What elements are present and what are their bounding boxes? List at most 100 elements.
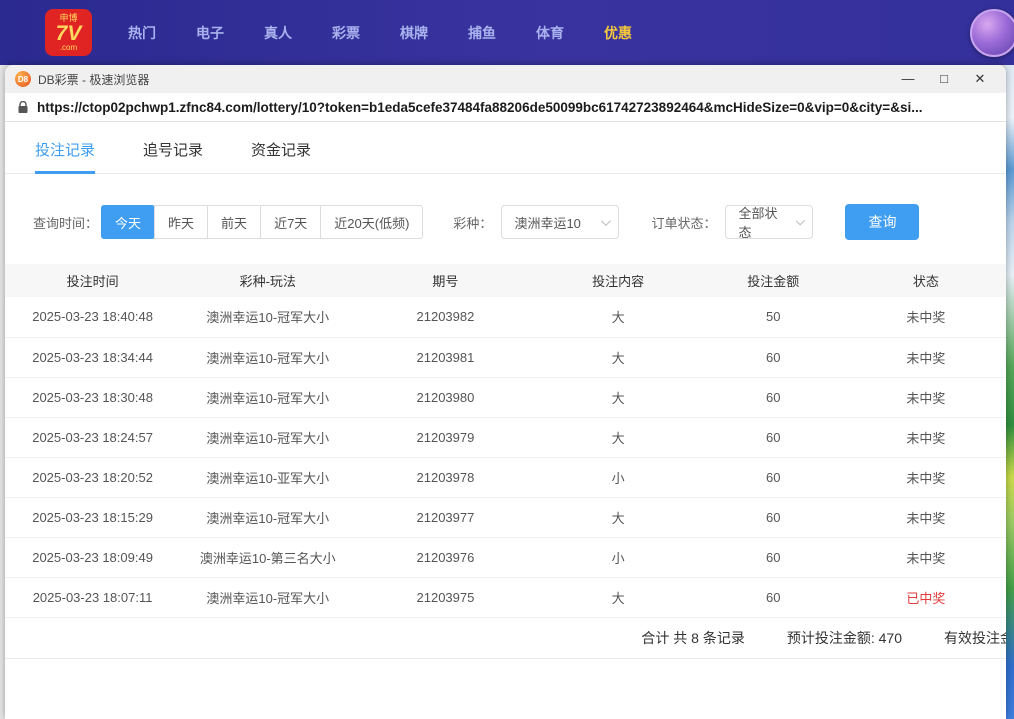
- browser-title-bar: D8 DB彩票 - 极速浏览器 — □ ✕: [5, 65, 1006, 93]
- background-page-strip: [1005, 65, 1014, 719]
- cell-play: 澳洲幸运10-冠军大小: [180, 377, 355, 417]
- cell-time: 2025-03-23 18:24:57: [5, 417, 180, 457]
- cell-amount: 60: [701, 537, 846, 577]
- nav-item-sports[interactable]: 体育: [536, 23, 564, 43]
- nav-item-hot[interactable]: 热门: [128, 23, 156, 43]
- query-button[interactable]: 查询: [845, 204, 919, 240]
- window-controls: — □ ✕: [890, 67, 998, 91]
- table-header-row: 投注时间 彩种-玩法 期号 投注内容 投注金额 状态: [5, 264, 1006, 297]
- table-row: 2025-03-23 18:09:49 澳洲幸运10-第三名大小 2120397…: [5, 537, 1006, 577]
- site-nav: 热门 电子 真人 彩票 棋牌 捕鱼 体育 优惠: [128, 23, 632, 43]
- table-row: 2025-03-23 18:07:11 澳洲幸运10-冠军大小 21203975…: [5, 577, 1006, 617]
- cell-issue: 21203975: [355, 577, 535, 617]
- browser-favicon-icon: D8: [15, 71, 31, 87]
- cell-play: 澳洲幸运10-冠军大小: [180, 337, 355, 377]
- time-option-20days[interactable]: 近20天(低频): [320, 205, 423, 239]
- cell-play: 澳洲幸运10-亚军大小: [180, 457, 355, 497]
- url-text: https://ctop02pchwp1.zfnc84.com/lottery/…: [37, 100, 922, 115]
- table-row: 2025-03-23 18:30:48 澳洲幸运10-冠军大小 21203980…: [5, 377, 1006, 417]
- time-filter-group: 今天 昨天 前天 近7天 近20天(低频): [101, 205, 423, 239]
- status-badge: 未中奖: [846, 497, 1006, 537]
- page-content: 投注记录 追号记录 资金记录 查询时间： 今天 昨天 前天 近7天 近20天(低…: [5, 122, 1006, 718]
- cell-time: 2025-03-23 18:30:48: [5, 377, 180, 417]
- cell-issue: 21203981: [355, 337, 535, 377]
- cell-issue: 21203979: [355, 417, 535, 457]
- status-badge: 已中奖: [846, 577, 1006, 617]
- cell-time: 2025-03-23 18:20:52: [5, 457, 180, 497]
- time-option-yesterday[interactable]: 昨天: [154, 205, 208, 239]
- cell-time: 2025-03-23 18:09:49: [5, 537, 180, 577]
- cell-time: 2025-03-23 18:15:29: [5, 497, 180, 537]
- close-button[interactable]: ✕: [962, 67, 998, 91]
- table-row: 2025-03-23 18:24:57 澳洲幸运10-冠军大小 21203979…: [5, 417, 1006, 457]
- lottery-filter-label: 彩种：: [453, 213, 492, 232]
- status-badge: 未中奖: [846, 377, 1006, 417]
- cell-content: 小: [536, 537, 701, 577]
- nav-item-slots[interactable]: 电子: [196, 23, 224, 43]
- header-lottery-play: 彩种-玩法: [180, 264, 355, 297]
- cell-play: 澳洲幸运10-冠军大小: [180, 417, 355, 457]
- status-badge: 未中奖: [846, 457, 1006, 497]
- cell-play: 澳洲幸运10-冠军大小: [180, 577, 355, 617]
- cell-issue: 21203976: [355, 537, 535, 577]
- status-badge: 未中奖: [846, 337, 1006, 377]
- summary-total-count: 合计 共 8 条记录: [641, 628, 744, 648]
- maximize-button[interactable]: □: [926, 67, 962, 91]
- cell-content: 小: [536, 457, 701, 497]
- tab-chase-records[interactable]: 追号记录: [143, 126, 203, 173]
- browser-address-bar[interactable]: https://ctop02pchwp1.zfnc84.com/lottery/…: [5, 93, 1006, 122]
- nav-item-fishing[interactable]: 捕鱼: [468, 23, 496, 43]
- cell-content: 大: [536, 577, 701, 617]
- summary-expected-amount: 预计投注金额: 470: [787, 628, 902, 648]
- time-option-today[interactable]: 今天: [101, 205, 155, 239]
- order-status-select[interactable]: 全部状态: [725, 205, 813, 239]
- time-option-day-before[interactable]: 前天: [207, 205, 261, 239]
- nav-item-live[interactable]: 真人: [264, 23, 292, 43]
- header-issue: 期号: [355, 264, 535, 297]
- time-filter-label: 查询时间：: [33, 213, 98, 232]
- nav-item-promo[interactable]: 优惠: [604, 23, 632, 43]
- cell-time: 2025-03-23 18:34:44: [5, 337, 180, 377]
- site-logo[interactable]: 申博 7V .com: [45, 9, 92, 56]
- cell-amount: 60: [701, 497, 846, 537]
- nav-item-lottery[interactable]: 彩票: [332, 23, 360, 43]
- time-option-7days[interactable]: 近7天: [260, 205, 321, 239]
- cell-content: 大: [536, 377, 701, 417]
- window-title: DB彩票 - 极速浏览器: [38, 71, 149, 88]
- order-status-value: 全部状态: [738, 203, 786, 241]
- screen: 申博 7V .com 热门 电子 真人 彩票 棋牌 捕鱼 体育 优惠 D8 DB…: [0, 0, 1014, 719]
- user-avatar[interactable]: [970, 9, 1014, 57]
- status-badge: 未中奖: [846, 537, 1006, 577]
- tab-bet-records[interactable]: 投注记录: [35, 126, 95, 173]
- header-bet-time: 投注时间: [5, 264, 180, 297]
- cell-amount: 50: [701, 297, 846, 337]
- lottery-select[interactable]: 澳洲幸运10: [501, 205, 619, 239]
- table-row: 2025-03-23 18:20:52 澳洲幸运10-亚军大小 21203978…: [5, 457, 1006, 497]
- status-badge: 未中奖: [846, 297, 1006, 337]
- summary-valid-amount: 有效投注金额: [944, 628, 1006, 648]
- chevron-down-icon: [601, 216, 611, 226]
- nav-item-cards[interactable]: 棋牌: [400, 23, 428, 43]
- site-header: 申博 7V .com 热门 电子 真人 彩票 棋牌 捕鱼 体育 优惠: [0, 0, 1014, 65]
- cell-issue: 21203978: [355, 457, 535, 497]
- cell-amount: 60: [701, 377, 846, 417]
- cell-amount: 60: [701, 577, 846, 617]
- logo-bottom-text: .com: [60, 44, 77, 52]
- cell-content: 大: [536, 497, 701, 537]
- logo-main-text: 7V: [56, 23, 82, 44]
- table-row: 2025-03-23 18:40:48 澳洲幸运10-冠军大小 21203982…: [5, 297, 1006, 337]
- chevron-down-icon: [796, 216, 806, 226]
- cell-content: 大: [536, 337, 701, 377]
- cell-time: 2025-03-23 18:40:48: [5, 297, 180, 337]
- status-filter-label: 订单状态：: [651, 213, 716, 232]
- browser-window: D8 DB彩票 - 极速浏览器 — □ ✕ https://ctop02pchw…: [5, 65, 1006, 719]
- bet-records-table: 投注时间 彩种-玩法 期号 投注内容 投注金额 状态 2025-03-23 18…: [5, 264, 1006, 618]
- tab-fund-records[interactable]: 资金记录: [251, 126, 311, 173]
- summary-bar: 合计 共 8 条记录 预计投注金额: 470 有效投注金额: [5, 618, 1006, 659]
- minimize-button[interactable]: —: [890, 67, 926, 91]
- cell-play: 澳洲幸运10-冠军大小: [180, 497, 355, 537]
- header-bet-amount: 投注金额: [701, 264, 846, 297]
- header-bet-content: 投注内容: [536, 264, 701, 297]
- status-badge: 未中奖: [846, 417, 1006, 457]
- cell-amount: 60: [701, 457, 846, 497]
